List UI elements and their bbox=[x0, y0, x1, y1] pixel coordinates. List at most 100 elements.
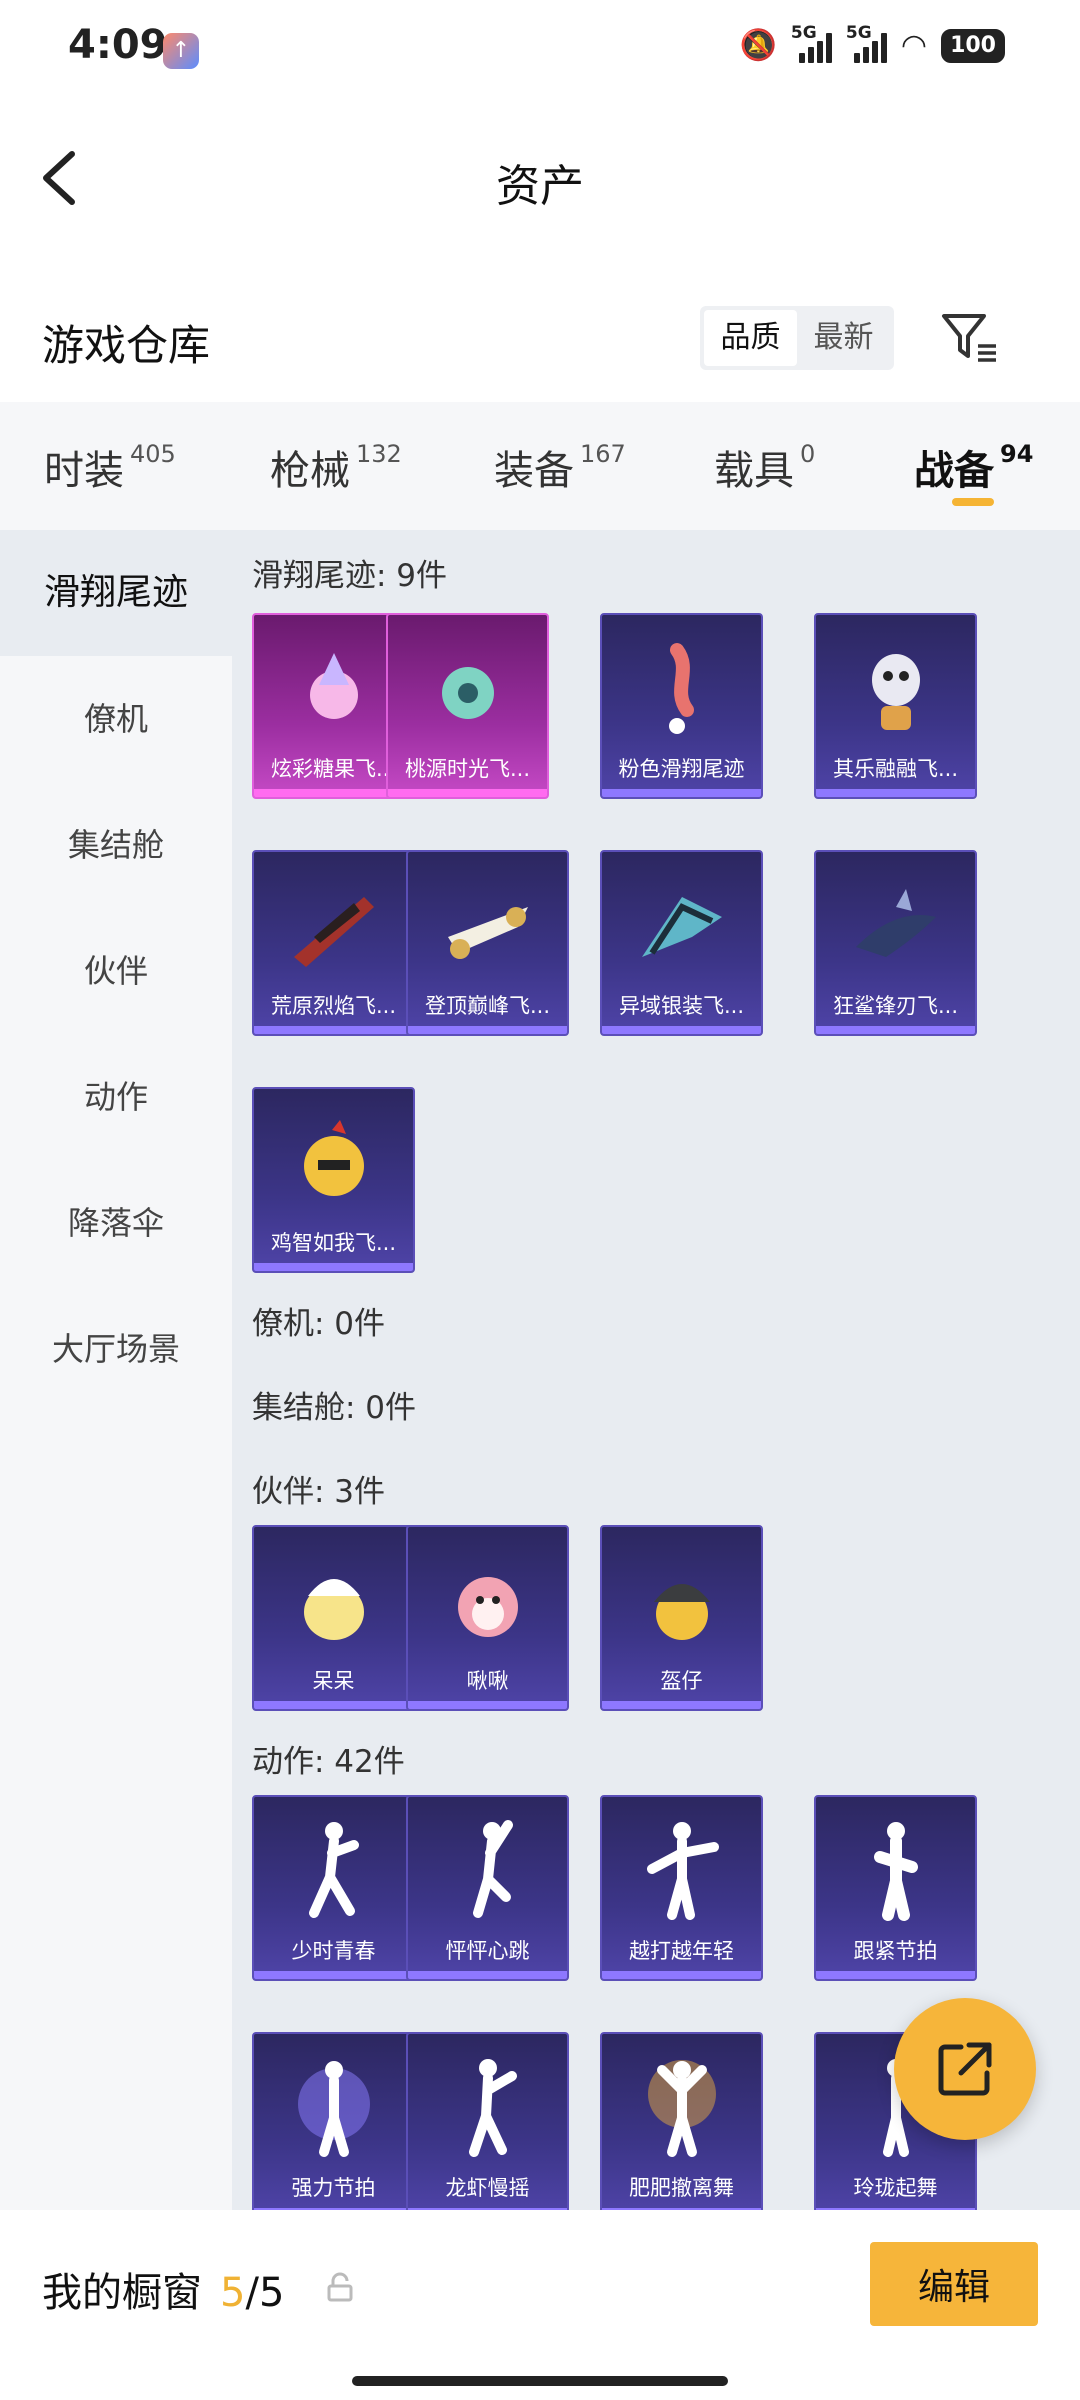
item-card[interactable]: 跟紧节拍 bbox=[814, 1795, 977, 1981]
sort-toggle: 品质 最新 bbox=[700, 306, 894, 370]
item-label: 粉色滑翔尾迹 bbox=[618, 757, 745, 781]
flame-blade-icon bbox=[284, 872, 384, 982]
status-time: 4:09 bbox=[68, 22, 168, 68]
item-label: 桃源时光飞... bbox=[404, 757, 531, 781]
tab-label: 枪械 bbox=[270, 448, 350, 494]
tab-label: 时装 bbox=[44, 448, 124, 494]
pink-bird-icon bbox=[438, 1547, 538, 1657]
dancer-icon bbox=[632, 2054, 732, 2164]
chicken-icon bbox=[284, 1109, 384, 1219]
section-title-action: 动作: 42件 bbox=[252, 1744, 405, 1780]
item-label: 异域银装飞... bbox=[618, 994, 745, 1018]
item-card[interactable]: 越打越年轻 bbox=[600, 1795, 763, 1981]
tab-vehicles[interactable]: 载具 0 bbox=[714, 438, 815, 496]
sidebar: 滑翔尾迹 僚机 集结舱 伙伴 动作 降落伞 大厅场景 bbox=[0, 530, 232, 2210]
peach-lantern-icon bbox=[418, 635, 518, 745]
bottom-bar: 我的橱窗 5/5 编辑 bbox=[0, 2210, 1080, 2400]
battery-icon: 100 bbox=[941, 28, 1005, 63]
item-card[interactable]: 肥肥撤离舞 bbox=[600, 2032, 763, 2210]
filter-icon bbox=[942, 314, 996, 362]
tab-count: 94 bbox=[1000, 440, 1034, 468]
item-label: 强力节拍 bbox=[291, 2176, 376, 2200]
tab-guns[interactable]: 枪械 132 bbox=[270, 438, 402, 496]
item-label: 越打越年轻 bbox=[629, 1939, 734, 1963]
penguin-icon bbox=[846, 635, 946, 745]
item-card[interactable]: 盔仔 bbox=[600, 1525, 763, 1711]
signal-5g-label: 5G bbox=[790, 22, 817, 43]
helmet-chick-icon bbox=[632, 1547, 732, 1657]
item-label: 龙虾慢摇 bbox=[445, 2176, 530, 2200]
section-title-wingman: 僚机: 0件 bbox=[252, 1306, 386, 1342]
item-label: 鸡智如我飞... bbox=[270, 1231, 397, 1255]
item-card[interactable]: 呆呆 bbox=[252, 1525, 415, 1711]
showcase-summary: 我的橱窗 5/5 bbox=[42, 2260, 284, 2318]
tab-battle-gear[interactable]: 战备 94 bbox=[914, 438, 1033, 496]
item-label: 跟紧节拍 bbox=[853, 1939, 938, 1963]
item-card[interactable]: 鸡智如我飞... bbox=[252, 1087, 415, 1273]
sort-quality-option[interactable]: 品质 bbox=[704, 310, 797, 366]
dancer-icon bbox=[284, 2054, 384, 2164]
status-icons: 🔕 5G 5G ◠ 100 bbox=[739, 23, 1005, 63]
sidebar-item-partner[interactable]: 伙伴 bbox=[0, 908, 232, 1034]
home-indicator[interactable] bbox=[352, 2376, 728, 2386]
section-title-pod: 集结舱: 0件 bbox=[252, 1390, 417, 1426]
item-label: 其乐融融飞... bbox=[832, 757, 959, 781]
item-card[interactable]: 少时青春 bbox=[252, 1795, 415, 1981]
item-card[interactable]: 狂鲨锋刃飞... bbox=[814, 850, 977, 1036]
item-label: 啾啾 bbox=[466, 1669, 509, 1693]
sort-newest-option[interactable]: 最新 bbox=[797, 310, 890, 366]
item-card[interactable]: 登顶巅峰飞... bbox=[406, 850, 569, 1036]
sidebar-item-action[interactable]: 动作 bbox=[0, 1034, 232, 1160]
external-link-icon bbox=[938, 2042, 992, 2096]
item-grid-panel: 滑翔尾迹: 9件 炫彩糖果飞... 桃源时光飞... 粉色滑翔尾迹 其乐融融飞.… bbox=[232, 530, 1080, 2210]
showcase-total: 5 bbox=[258, 2270, 285, 2316]
item-label: 呆呆 bbox=[312, 1669, 355, 1693]
sidebar-item-wingman[interactable]: 僚机 bbox=[0, 656, 232, 782]
item-card[interactable]: 强力节拍 bbox=[252, 2032, 415, 2210]
shark-icon bbox=[846, 872, 946, 982]
tab-label: 装备 bbox=[494, 448, 574, 494]
candy-icon bbox=[284, 635, 384, 745]
item-card[interactable]: 龙虾慢摇 bbox=[406, 2032, 569, 2210]
item-card[interactable]: 异域银装飞... bbox=[600, 850, 763, 1036]
tab-fashion[interactable]: 时装 405 bbox=[44, 438, 176, 496]
item-label: 玲珑起舞 bbox=[853, 2176, 938, 2200]
item-label: 肥肥撤离舞 bbox=[629, 2176, 734, 2200]
dancer-icon bbox=[438, 2054, 538, 2164]
peak-glider-icon bbox=[438, 872, 538, 982]
sidebar-item-parachute[interactable]: 降落伞 bbox=[0, 1160, 232, 1286]
sidebar-item-pod[interactable]: 集结舱 bbox=[0, 782, 232, 908]
app-notification-icon: ↑ bbox=[163, 33, 199, 69]
showcase-label: 我的橱窗 bbox=[42, 2270, 202, 2316]
section-title-glide: 滑翔尾迹: 9件 bbox=[252, 558, 448, 594]
share-button[interactable] bbox=[894, 1998, 1036, 2140]
category-tabs: 时装 405 枪械 132 装备 167 载具 0 战备 94 bbox=[0, 402, 1080, 530]
egg-chick-icon bbox=[284, 1547, 384, 1657]
status-bar: 4:09 ↑ 🔕 5G 5G ◠ 100 bbox=[0, 0, 1080, 100]
item-label: 盔仔 bbox=[660, 1669, 703, 1693]
warehouse-title: 游戏仓库 bbox=[42, 321, 211, 370]
filter-button[interactable] bbox=[940, 310, 1000, 366]
pink-smoke-icon bbox=[632, 635, 732, 745]
dancer-icon bbox=[846, 1817, 946, 1927]
signal-icon-2: 5G bbox=[846, 23, 887, 63]
item-label: 怦怦心跳 bbox=[445, 1939, 530, 1963]
wifi-icon: ◠ bbox=[900, 28, 928, 63]
mute-bell-icon: 🔕 bbox=[739, 28, 777, 63]
lock-icon bbox=[327, 2272, 353, 2302]
item-card[interactable]: 其乐融融飞... bbox=[814, 613, 977, 799]
tab-equipment[interactable]: 装备 167 bbox=[494, 438, 626, 496]
dancer-icon bbox=[284, 1817, 384, 1927]
sidebar-item-glide-trail[interactable]: 滑翔尾迹 bbox=[0, 530, 232, 656]
sidebar-item-lobby-scene[interactable]: 大厅场景 bbox=[0, 1286, 232, 1412]
item-card[interactable]: 荒原烈焰飞... bbox=[252, 850, 415, 1036]
showcase-separator: / bbox=[245, 2270, 259, 2316]
item-card[interactable]: 啾啾 bbox=[406, 1525, 569, 1711]
tab-label: 载具 bbox=[714, 448, 794, 494]
item-card[interactable]: 粉色滑翔尾迹 bbox=[600, 613, 763, 799]
item-card[interactable]: 桃源时光飞... bbox=[386, 613, 549, 799]
silver-wing-icon bbox=[632, 872, 732, 982]
edit-button[interactable]: 编辑 bbox=[870, 2242, 1038, 2326]
signal-5g-label-2: 5G bbox=[845, 22, 872, 43]
item-card[interactable]: 怦怦心跳 bbox=[406, 1795, 569, 1981]
